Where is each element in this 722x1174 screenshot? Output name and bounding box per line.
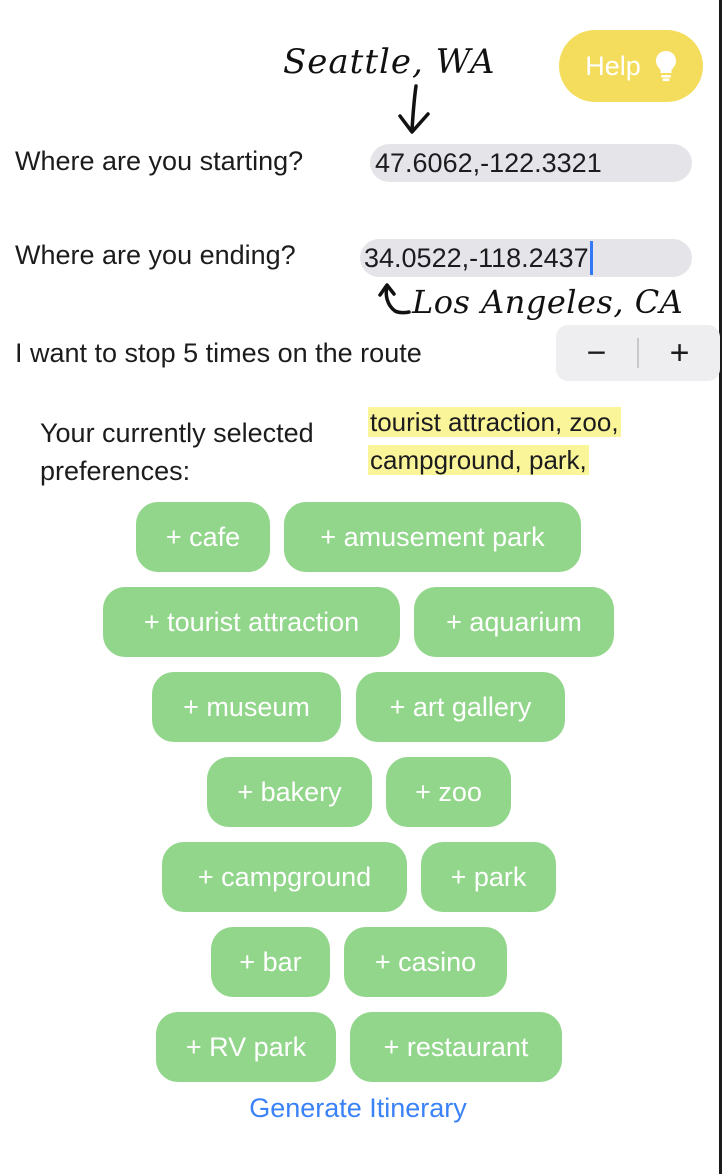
- end-question-label: Where are you ending?: [15, 240, 296, 270]
- start-location-value: 47.6062,-122.3321: [375, 147, 602, 178]
- chip-zoo[interactable]: + zoo: [386, 757, 511, 827]
- start-question-label: Where are you starting?: [15, 146, 304, 176]
- chip-cafe[interactable]: + cafe: [136, 502, 270, 572]
- help-button[interactable]: Help: [559, 30, 703, 102]
- chip-park[interactable]: + park: [421, 842, 556, 912]
- chip-restaurant[interactable]: + restaurant: [350, 1012, 562, 1082]
- chip-amusement-park[interactable]: + amusement park: [284, 502, 581, 572]
- handwritten-arrow-down-icon: [392, 82, 436, 143]
- end-location-input[interactable]: 34.0522,-118.2437: [360, 239, 692, 277]
- lightbulb-icon: [655, 50, 677, 82]
- selected-preferences-line-1: tourist attraction, zoo,: [368, 407, 621, 437]
- chip-aquarium[interactable]: + aquarium: [414, 587, 614, 657]
- chip-campground[interactable]: + campground: [162, 842, 407, 912]
- chip-art-gallery[interactable]: + art gallery: [356, 672, 565, 742]
- chip-bar[interactable]: + bar: [211, 927, 330, 997]
- preferences-label: Your currently selected preferences:: [40, 418, 314, 486]
- chip-casino[interactable]: + casino: [344, 927, 507, 997]
- selected-preferences-line-2: campground, park,: [368, 445, 589, 475]
- start-location-input[interactable]: 47.6062,-122.3321: [370, 144, 692, 182]
- chip-bakery[interactable]: + bakery: [207, 757, 372, 827]
- chip-rv-park[interactable]: + RV park: [156, 1012, 336, 1082]
- text-cursor: [589, 241, 593, 275]
- handwritten-note-los-angeles: Los Angeles, CA: [412, 283, 684, 321]
- selected-preferences: tourist attraction, zoo, campground, par…: [368, 403, 688, 479]
- stops-label: I want to stop 5 times on the route: [15, 338, 422, 368]
- handwritten-arrow-up-icon: [377, 281, 413, 326]
- end-location-value: 34.0522,-118.2437: [364, 242, 589, 273]
- help-button-label: Help: [585, 50, 641, 81]
- chip-museum[interactable]: + museum: [152, 672, 341, 742]
- stops-stepper[interactable]: − +: [556, 325, 720, 381]
- stepper-plus-button[interactable]: +: [639, 325, 720, 381]
- chip-tourist-attraction[interactable]: + tourist attraction: [103, 587, 400, 657]
- generate-itinerary-link[interactable]: Generate Itinerary: [0, 1093, 716, 1124]
- handwritten-note-seattle: Seattle, WA: [283, 42, 496, 82]
- stepper-minus-button[interactable]: −: [556, 325, 637, 381]
